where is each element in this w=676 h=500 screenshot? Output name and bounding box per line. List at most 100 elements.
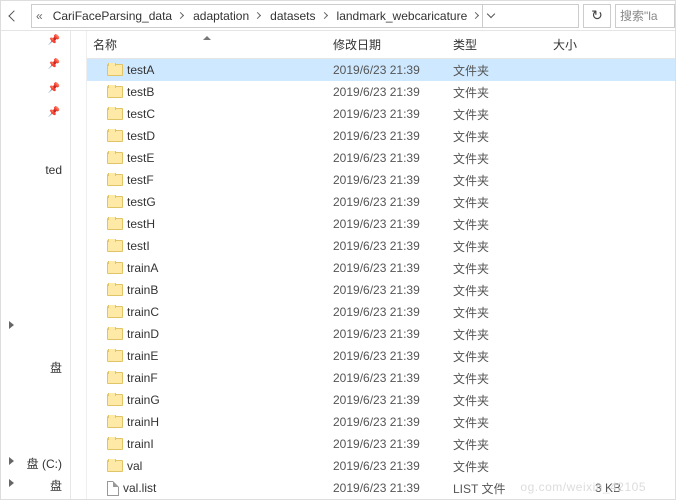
file-type: 文件夹	[447, 216, 547, 233]
list-item[interactable]: trainI2019/6/23 21:39文件夹	[87, 433, 675, 455]
file-type: 文件夹	[447, 172, 547, 189]
file-type: 文件夹	[447, 106, 547, 123]
breadcrumb-dropdown-button[interactable]	[482, 5, 498, 27]
file-type: 文件夹	[447, 84, 547, 101]
list-item[interactable]: trainE2019/6/23 21:39文件夹	[87, 345, 675, 367]
file-type: 文件夹	[447, 194, 547, 211]
list-item[interactable]: testF2019/6/23 21:39文件夹	[87, 169, 675, 191]
file-type: 文件夹	[447, 458, 547, 475]
file-date: 2019/6/23 21:39	[327, 129, 447, 143]
file-type: 文件夹	[447, 260, 547, 277]
pin-icon[interactable]: 📌	[48, 83, 60, 94]
pin-icon[interactable]: 📌	[48, 59, 60, 70]
chevron-right-icon	[254, 12, 261, 19]
sidebar-item[interactable]: 盘	[1, 359, 62, 376]
file-type: 文件夹	[447, 414, 547, 431]
list-item[interactable]: testD2019/6/23 21:39文件夹	[87, 125, 675, 147]
folder-icon	[107, 262, 123, 274]
column-headers: 名称 修改日期 类型 大小	[87, 31, 675, 59]
column-size[interactable]: 大小	[547, 31, 627, 58]
breadcrumb-item[interactable]: adaptation	[187, 5, 264, 27]
list-item[interactable]: testI2019/6/23 21:39文件夹	[87, 235, 675, 257]
sort-asc-icon	[203, 32, 211, 40]
file-date: 2019/6/23 21:39	[327, 63, 447, 77]
sidebar-item[interactable]: 盘 (C:)	[1, 455, 62, 472]
file-type: 文件夹	[447, 150, 547, 167]
file-icon	[107, 481, 119, 496]
tree-gutter	[71, 31, 87, 499]
breadcrumb-item[interactable]: landmark_webcaricature	[331, 5, 483, 27]
chevron-right-icon	[320, 12, 327, 19]
list-item[interactable]: testG 2019/6/23 21:39文件夹	[87, 191, 675, 213]
file-name: testC	[127, 107, 155, 121]
column-date[interactable]: 修改日期	[327, 31, 447, 58]
folder-icon	[107, 152, 123, 164]
folder-icon	[107, 372, 123, 384]
chevron-left-icon	[8, 10, 19, 21]
nav-back-button[interactable]	[1, 1, 27, 30]
chevron-right-icon	[177, 12, 184, 19]
file-name: testG	[127, 195, 156, 209]
file-name: val	[127, 459, 142, 473]
folder-icon	[107, 108, 123, 120]
file-name: testH	[127, 217, 155, 231]
list-item[interactable]: val.list2019/6/23 21:39LIST 文件3 KB	[87, 477, 675, 499]
folder-icon	[107, 460, 123, 472]
refresh-icon: ↻	[591, 7, 603, 24]
list-item[interactable]: trainF2019/6/23 21:39文件夹	[87, 367, 675, 389]
address-bar: « CariFaceParsing_dataadaptationdatasets…	[1, 1, 675, 31]
folder-icon	[107, 174, 123, 186]
breadcrumb-item[interactable]: CariFaceParsing_data	[47, 5, 187, 27]
file-date: 2019/6/23 21:39	[327, 195, 447, 209]
file-name: trainG	[127, 393, 160, 407]
pin-icon[interactable]: 📌	[48, 107, 60, 118]
file-date: 2019/6/23 21:39	[327, 459, 447, 473]
chevron-right-icon	[472, 12, 479, 19]
folder-icon	[107, 394, 123, 406]
list-item[interactable]: testE2019/6/23 21:39文件夹	[87, 147, 675, 169]
folder-icon	[107, 86, 123, 98]
file-type: LIST 文件	[447, 480, 547, 497]
search-input[interactable]: 搜索"la	[615, 4, 675, 28]
file-date: 2019/6/23 21:39	[327, 239, 447, 253]
refresh-button[interactable]: ↻	[583, 4, 611, 28]
file-date: 2019/6/23 21:39	[327, 283, 447, 297]
folder-icon	[107, 438, 123, 450]
breadcrumb[interactable]: « CariFaceParsing_dataadaptationdatasets…	[31, 4, 579, 28]
file-date: 2019/6/23 21:39	[327, 85, 447, 99]
list-item[interactable]: testB2019/6/23 21:39文件夹	[87, 81, 675, 103]
list-item[interactable]: testC2019/6/23 21:39文件夹	[87, 103, 675, 125]
caret-right-icon[interactable]	[9, 321, 14, 329]
file-name: trainF	[127, 371, 158, 385]
file-name: testA	[127, 63, 154, 77]
file-type: 文件夹	[447, 370, 547, 387]
file-date: 2019/6/23 21:39	[327, 349, 447, 363]
pin-icon[interactable]: 📌	[48, 35, 60, 46]
column-type[interactable]: 类型	[447, 31, 547, 58]
list-item[interactable]: trainG 2019/6/23 21:39文件夹	[87, 389, 675, 411]
list-item[interactable]: testH2019/6/23 21:39文件夹	[87, 213, 675, 235]
file-type: 文件夹	[447, 392, 547, 409]
list-item[interactable]: val 2019/6/23 21:39文件夹	[87, 455, 675, 477]
file-type: 文件夹	[447, 304, 547, 321]
file-name: trainE	[127, 349, 158, 363]
file-name: testD	[127, 129, 155, 143]
file-date: 2019/6/23 21:39	[327, 393, 447, 407]
list-item[interactable]: trainD2019/6/23 21:39文件夹	[87, 323, 675, 345]
list-item[interactable]: trainA 2019/6/23 21:39文件夹	[87, 257, 675, 279]
file-date: 2019/6/23 21:39	[327, 261, 447, 275]
sidebar-item[interactable]: ted	[1, 163, 62, 177]
file-name: trainB	[127, 283, 158, 297]
file-date: 2019/6/23 21:39	[327, 173, 447, 187]
breadcrumb-item[interactable]: datasets	[264, 5, 330, 27]
list-item[interactable]: trainB2019/6/23 21:39文件夹	[87, 279, 675, 301]
list-item[interactable]: testA2019/6/23 21:39文件夹	[87, 59, 675, 81]
file-name: trainC	[127, 305, 159, 319]
list-item[interactable]: trainH2019/6/23 21:39文件夹	[87, 411, 675, 433]
list-item[interactable]: trainC2019/6/23 21:39文件夹	[87, 301, 675, 323]
folder-icon	[107, 240, 123, 252]
sidebar-item[interactable]: 盘	[1, 477, 62, 494]
breadcrumb-overflow-icon[interactable]: «	[32, 9, 47, 23]
file-name: trainA	[127, 261, 158, 275]
column-name[interactable]: 名称	[87, 31, 327, 58]
